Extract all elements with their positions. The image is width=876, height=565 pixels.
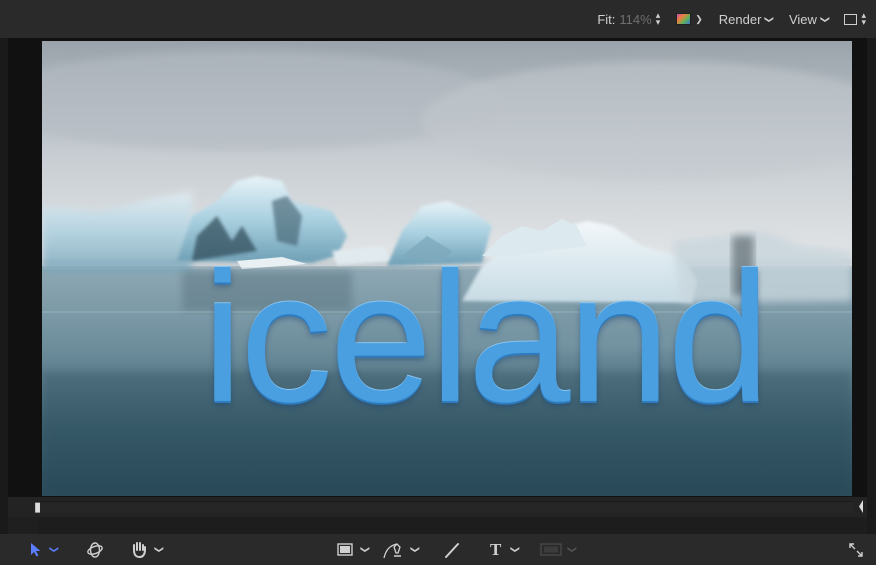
render-menu[interactable]: Render ❯ [718, 11, 775, 27]
chevron-down-icon: ❯ [764, 15, 775, 23]
expand-icon [849, 542, 863, 557]
timeline-subtrack [38, 517, 867, 534]
layout-popup[interactable]: ▴ ▾ [844, 10, 866, 27]
play-range-in-icon[interactable]: ▮ [34, 499, 41, 515]
zoom-fit-control[interactable]: Fit: 114% ▴ ▾ [597, 10, 661, 27]
viewer-layout-icon [844, 13, 858, 25]
iceland-title-text[interactable]: iceland [202, 246, 770, 431]
pen-icon [383, 542, 401, 558]
full-screen-button[interactable] [848, 534, 864, 565]
timeline-bar [8, 517, 867, 534]
viewer-header: Fit: 114% ▴ ▾ ❯ Render ❯ View ❯ ▴ ▾ [0, 0, 876, 38]
transform-3d-tool[interactable] [86, 534, 104, 565]
canvas-toolbar: ❯ ❯ ❯ ❯ T ❯ ❯ [0, 534, 876, 565]
view-menu[interactable]: View ❯ [788, 11, 831, 27]
timeline-track[interactable] [36, 501, 853, 513]
select-transform-tool[interactable]: ❯ [30, 534, 60, 565]
play-range-out-icon[interactable] [859, 500, 863, 513]
pan-tool[interactable]: ❯ [131, 534, 165, 565]
chevron-down-icon: ❯ [154, 545, 165, 554]
zoom-value: 114% [619, 11, 652, 27]
arrow-pointer-icon [31, 543, 41, 557]
canvas-area: iceland [8, 38, 867, 497]
color-channels-icon [676, 13, 692, 25]
channels-popup[interactable]: ❯ [676, 13, 703, 25]
mask-icon [540, 543, 562, 556]
brush-icon [445, 542, 459, 558]
view-label: View [788, 11, 817, 27]
render-label: Render [718, 11, 762, 27]
chevron-down-icon: ❯ [695, 13, 703, 24]
up-down-chevron-icon: ▴ ▾ [861, 10, 866, 27]
chevron-down-icon: ❯ [360, 545, 371, 554]
up-down-chevron-icon: ▴ ▾ [655, 10, 661, 27]
chevron-down-icon: ❯ [820, 15, 831, 23]
chevron-down-icon: ❯ [410, 545, 421, 554]
rectangle-icon [337, 543, 353, 556]
text-icon: T [490, 539, 502, 559]
mask-tool: ❯ [540, 534, 578, 565]
canvas-frame[interactable]: iceland [42, 41, 852, 496]
chevron-down-icon: ❯ [49, 545, 60, 554]
paint-stroke-tool[interactable] [444, 534, 460, 565]
hand-icon [133, 542, 146, 558]
chevron-down-icon: ❯ [567, 545, 578, 554]
fit-label: Fit: [597, 11, 616, 27]
chevron-down-icon: ❯ [510, 545, 521, 554]
bezier-tool[interactable]: ❯ [383, 534, 421, 565]
orbit-icon [87, 541, 103, 558]
shape-tool[interactable]: ❯ [337, 534, 371, 565]
mini-timeline[interactable]: ▮ [8, 497, 867, 517]
text-tool[interactable]: T ❯ [490, 534, 521, 565]
